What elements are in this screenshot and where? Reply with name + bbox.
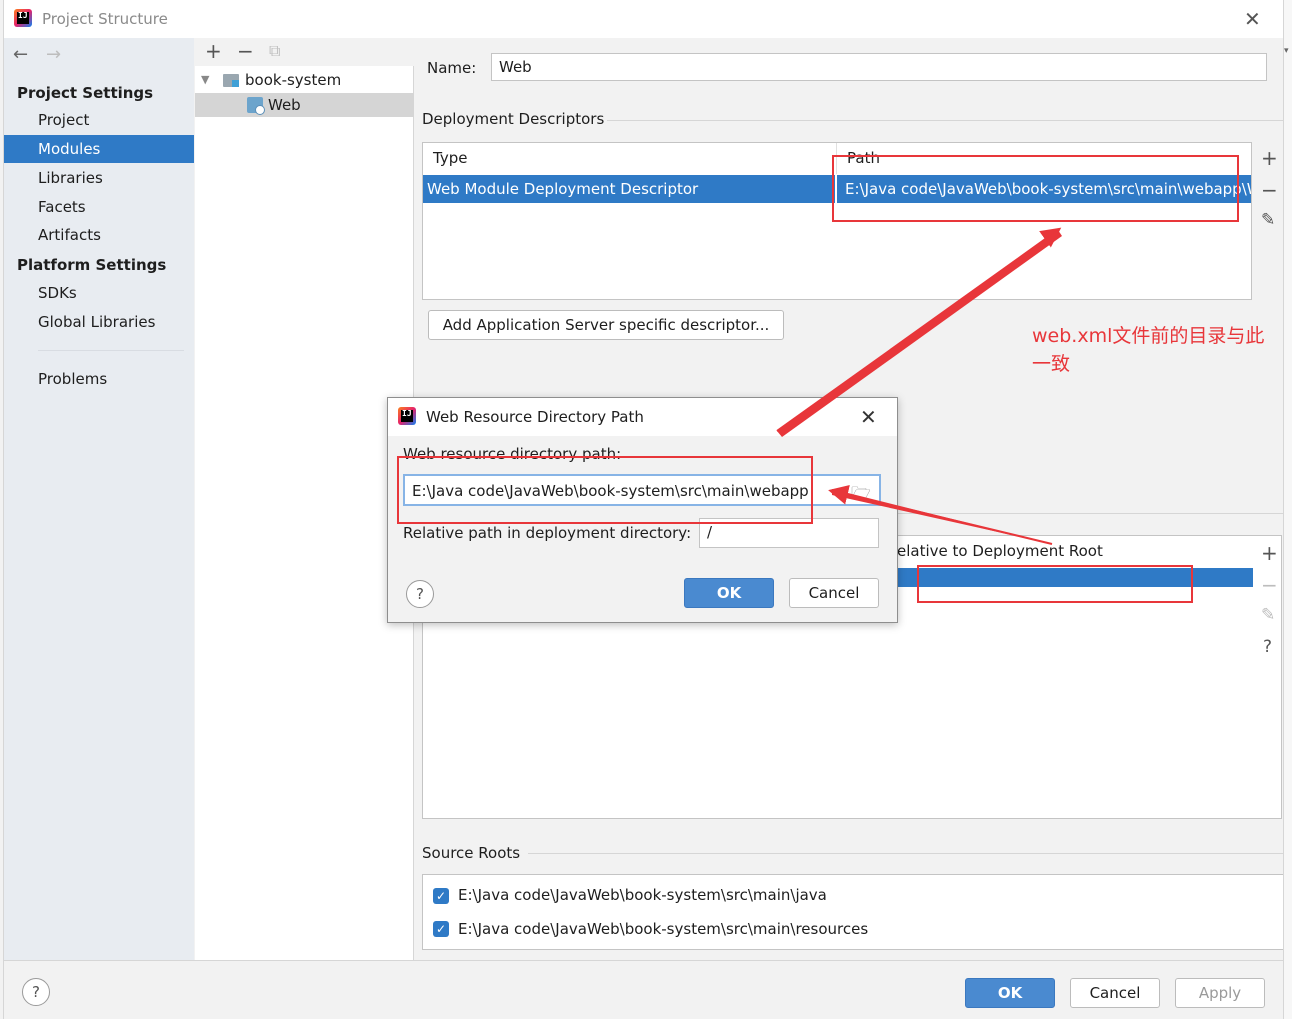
apply-button[interactable]: Apply (1175, 978, 1265, 1008)
add-icon[interactable]: + (205, 41, 222, 61)
nav-item-modules[interactable]: Modules (4, 135, 194, 163)
section-divider (528, 853, 1284, 854)
nav-item-libraries[interactable]: Libraries (4, 164, 194, 192)
annotation-box-dialog-path (397, 456, 813, 524)
module-folder-icon (223, 74, 239, 87)
section-divider (607, 120, 1284, 121)
add-web-resource-icon[interactable]: + (1261, 541, 1278, 565)
nav-item-project[interactable]: Project (4, 106, 194, 134)
nav-item-sdks[interactable]: SDKs (4, 279, 194, 307)
dialog-help-button[interactable]: ? (406, 580, 434, 608)
forward-arrow-icon[interactable]: → (46, 44, 61, 65)
nav-item-artifacts[interactable]: Artifacts (4, 221, 194, 249)
add-descriptor-icon[interactable]: + (1261, 146, 1278, 170)
tree-node-web[interactable]: Web (195, 93, 414, 117)
dialog-close-icon[interactable]: ✕ (860, 407, 877, 427)
descriptor-type-cell[interactable]: Web Module Deployment Descriptor (423, 175, 835, 203)
annotation-text: web.xml文件前的目录与此 一致 (1032, 322, 1282, 378)
deployment-descriptors-heading: Deployment Descriptors (422, 110, 605, 128)
nav-divider (38, 350, 184, 351)
web-facet-icon (247, 97, 265, 115)
dialog-cancel-button[interactable]: Cancel (789, 578, 879, 608)
source-root-path: E:\Java code\JavaWeb\book-system\src\mai… (458, 886, 827, 904)
remove-descriptor-icon[interactable]: − (1261, 178, 1278, 202)
column-header-type[interactable]: Type (423, 143, 837, 174)
module-tree: + − ⧉ ▼ book-system Web (195, 38, 414, 960)
browse-folder-icon[interactable]: 🗁 (851, 482, 871, 509)
annotation-box-relative-row (917, 565, 1193, 603)
edit-web-resource-icon[interactable]: ✎ (1261, 605, 1275, 625)
close-icon[interactable]: ✕ (1244, 9, 1261, 29)
source-roots-list: ✓ E:\Java code\JavaWeb\book-system\src\m… (422, 874, 1284, 950)
ok-button[interactable]: OK (965, 978, 1055, 1008)
help-question-icon[interactable]: ? (1263, 637, 1272, 657)
source-roots-heading: Source Roots (422, 844, 521, 862)
nav-item-problems[interactable]: Problems (4, 365, 194, 393)
dialog-ok-button[interactable]: OK (684, 578, 774, 608)
remove-web-resource-icon[interactable]: − (1261, 573, 1278, 597)
copy-icon[interactable]: ⧉ (269, 41, 280, 61)
tree-node-book-system[interactable]: ▼ book-system (195, 68, 414, 92)
dialog-title: Web Resource Directory Path (426, 408, 644, 426)
annotation-line: 一致 (1032, 353, 1071, 375)
window-title: Project Structure (42, 10, 168, 28)
chevron-down-icon[interactable]: ▾ (1284, 46, 1289, 56)
remove-icon[interactable]: − (237, 41, 254, 61)
tree-node-label: book-system (245, 71, 342, 89)
platform-settings-heading: Platform Settings (17, 256, 167, 274)
cancel-button[interactable]: Cancel (1070, 978, 1160, 1008)
right-edge-strip: ▾ (1283, 0, 1292, 1019)
column-header-relative-path[interactable]: elative to Deployment Root (883, 536, 1281, 567)
annotation-box-descriptor-path (832, 155, 1239, 222)
section-divider (865, 513, 1284, 514)
collapse-triangle-icon[interactable]: ▼ (201, 68, 209, 92)
project-settings-heading: Project Settings (17, 84, 154, 102)
title-bar: IJ Project Structure ✕ (4, 0, 1284, 38)
edit-pencil-icon[interactable]: ✎ (1261, 210, 1275, 230)
relative-path-label: Relative path in deployment directory: (403, 524, 692, 542)
source-root-path: E:\Java code\JavaWeb\book-system\src\mai… (458, 920, 869, 938)
intellij-logo-icon: IJ (14, 9, 32, 27)
nav-item-facets[interactable]: Facets (4, 193, 194, 221)
source-root-checkbox[interactable]: ✓ (433, 921, 449, 937)
help-button[interactable]: ? (22, 978, 50, 1006)
tree-node-label: Web (268, 96, 301, 114)
back-arrow-icon[interactable]: ← (13, 44, 28, 65)
source-root-checkbox[interactable]: ✓ (433, 888, 449, 904)
nav-item-global-libraries[interactable]: Global Libraries (4, 308, 194, 336)
add-server-descriptor-button[interactable]: Add Application Server specific descript… (428, 310, 784, 340)
settings-nav: ← → Project Settings Project Modules Lib… (4, 38, 194, 960)
name-label: Name: (427, 59, 477, 77)
annotation-line: web.xml文件前的目录与此 (1032, 325, 1265, 347)
footer-divider (4, 960, 1284, 961)
name-input[interactable]: Web (491, 53, 1267, 81)
tree-toolbar: + − ⧉ (195, 38, 414, 66)
dialog-title-bar: IJ Web Resource Directory Path ✕ (388, 398, 897, 436)
intellij-logo-icon: IJ (398, 407, 416, 425)
